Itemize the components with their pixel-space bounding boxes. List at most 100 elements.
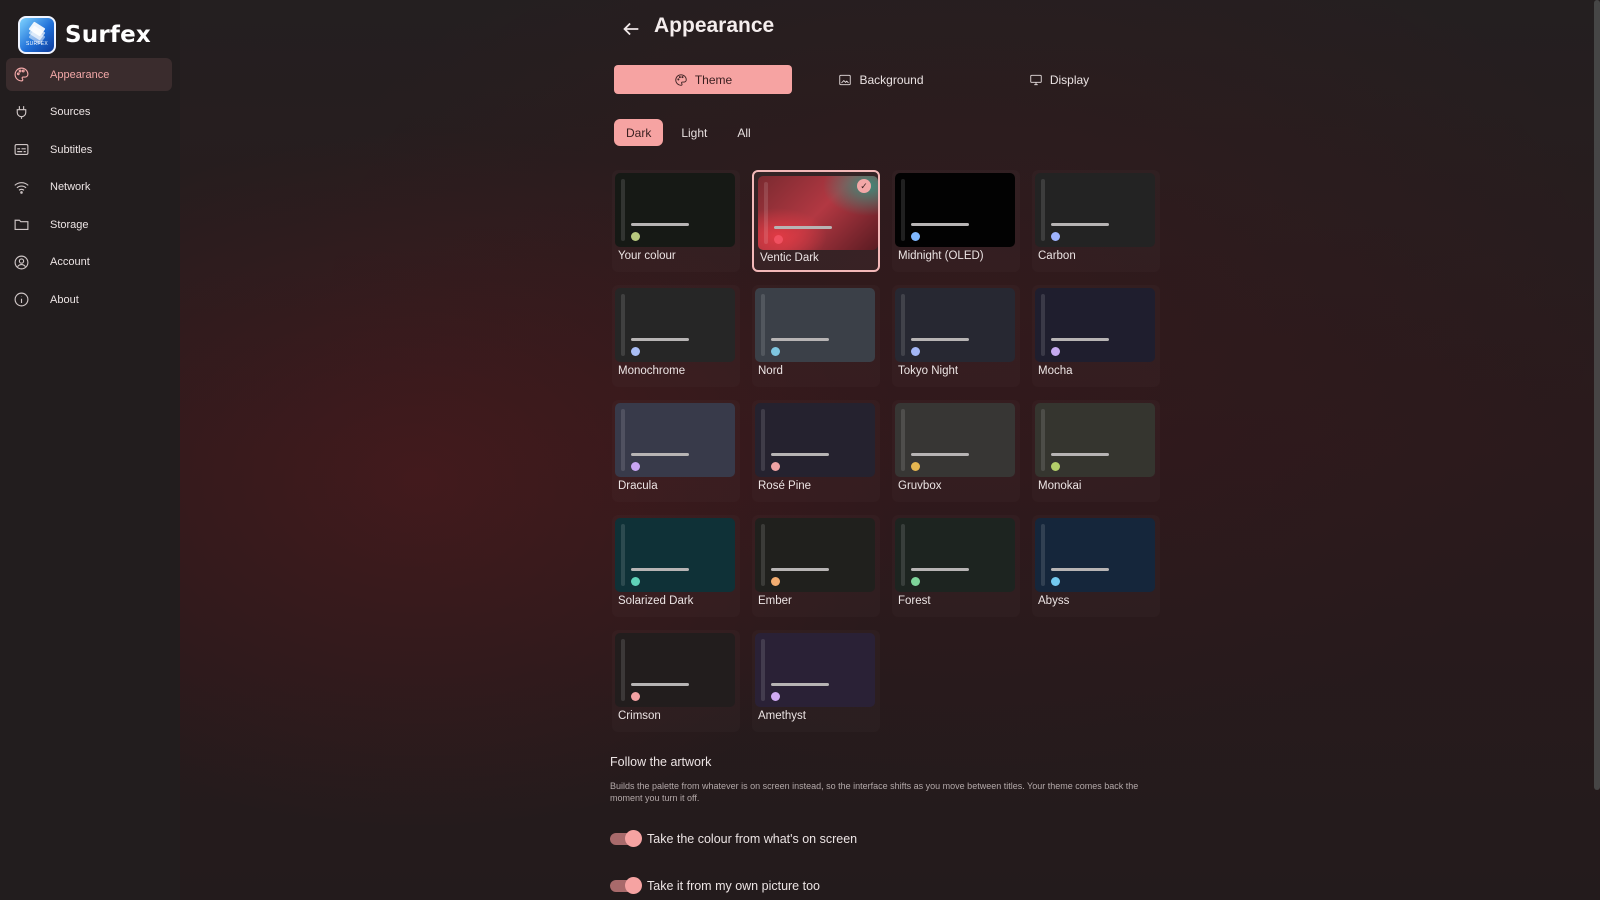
folder-icon <box>6 216 50 233</box>
page-scrollbar[interactable] <box>1594 0 1600 790</box>
sidebar-item-account[interactable]: Account <box>6 246 172 279</box>
theme-card-amethyst[interactable]: Amethyst <box>752 630 880 732</box>
theme-card-ember[interactable]: Ember <box>752 515 880 617</box>
own-picture-toggle[interactable] <box>610 877 642 894</box>
accent-dot <box>771 692 780 701</box>
accent-dot <box>631 462 640 471</box>
accent-dot <box>771 462 780 471</box>
accent-dot <box>771 347 780 356</box>
theme-name: Tokyo Night <box>898 365 959 377</box>
accent-dot <box>631 577 640 586</box>
screen-colour-toggle[interactable] <box>610 830 642 847</box>
theme-card-solarized-dark[interactable]: Solarized Dark <box>612 515 740 617</box>
theme-name: Carbon <box>1038 250 1076 262</box>
sidebar-item-network[interactable]: Network <box>6 171 172 204</box>
theme-card-ros-pine[interactable]: Rosé Pine <box>752 400 880 502</box>
preview-rail <box>621 639 625 701</box>
preview-line <box>1051 338 1109 341</box>
sidebar-item-label: Storage <box>50 218 89 231</box>
theme-card-forest[interactable]: Forest <box>892 515 1020 617</box>
arrow-left-icon <box>623 22 639 36</box>
sidebar-item-about[interactable]: About <box>6 283 172 316</box>
sidebar-item-sources[interactable]: Sources <box>6 96 172 129</box>
sidebar-nav: Appearance Sources Subtitles Network Sto… <box>6 58 172 321</box>
tab-background[interactable]: Background <box>792 65 970 94</box>
preview-line <box>631 453 689 456</box>
preview-line <box>911 453 969 456</box>
preview-line <box>911 223 969 226</box>
preview-line <box>771 568 829 571</box>
preview-line <box>1051 568 1109 571</box>
preview-rail <box>901 179 905 241</box>
accent-dot <box>1051 232 1060 241</box>
theme-preview <box>1035 288 1155 362</box>
theme-card-midnight-oled[interactable]: Midnight (OLED) <box>892 170 1020 272</box>
accent-dot <box>911 462 920 471</box>
theme-card-nord[interactable]: Nord <box>752 285 880 387</box>
check-icon: ✓ <box>857 179 871 193</box>
theme-card-your-colour[interactable]: Your colour <box>612 170 740 272</box>
filter-light[interactable]: Light <box>669 119 719 146</box>
theme-card-dracula[interactable]: Dracula <box>612 400 740 502</box>
theme-card-monochrome[interactable]: Monochrome <box>612 285 740 387</box>
theme-card-mocha[interactable]: Mocha <box>1032 285 1160 387</box>
preview-rail <box>621 179 625 241</box>
preview-rail <box>761 409 765 471</box>
theme-card-abyss[interactable]: Abyss <box>1032 515 1160 617</box>
preview-line <box>771 683 829 686</box>
theme-preview <box>895 173 1015 247</box>
toggle-label: Take it from my own picture too <box>647 879 820 893</box>
theme-name: Solarized Dark <box>618 595 694 607</box>
theme-name: Monochrome <box>618 365 686 377</box>
preview-line <box>1051 223 1109 226</box>
theme-card-monokai[interactable]: Monokai <box>1032 400 1160 502</box>
sidebar-item-label: Sources <box>50 106 91 118</box>
sidebar-item-label: Subtitles <box>50 143 93 156</box>
theme-card-ventic-dark[interactable]: ✓ Ventic Dark <box>752 170 880 272</box>
plug-icon <box>6 104 50 121</box>
filter-all[interactable]: All <box>725 119 762 146</box>
toggle-row-screen-colour: Take the colour from what's on screen <box>610 830 858 847</box>
theme-card-crimson[interactable]: Crimson <box>612 630 740 732</box>
theme-preview <box>615 173 735 247</box>
sidebar-item-subtitles[interactable]: Subtitles <box>6 133 172 166</box>
theme-name: Your colour <box>618 250 676 262</box>
theme-preview <box>615 518 735 592</box>
theme-card-carbon[interactable]: Carbon <box>1032 170 1160 272</box>
tab-label: Display <box>1049 72 1090 87</box>
tab-theme[interactable]: Theme <box>614 65 792 94</box>
page-title: Appearance <box>654 14 775 37</box>
preview-line <box>774 226 832 229</box>
info-icon <box>6 291 50 308</box>
theme-name: Abyss <box>1038 595 1070 607</box>
theme-preview <box>895 288 1015 362</box>
toggle-knob <box>625 877 642 894</box>
sidebar-item-label: Account <box>50 256 90 268</box>
surfex-logo-icon: SURFEX <box>18 16 56 54</box>
theme-preview <box>895 518 1015 592</box>
preview-rail <box>761 294 765 356</box>
accent-dot <box>1051 577 1060 586</box>
accent-dot <box>911 232 920 241</box>
wifi-icon <box>6 179 50 196</box>
theme-card-gruvbox[interactable]: Gruvbox <box>892 400 1020 502</box>
sidebar-item-appearance[interactable]: Appearance <box>6 58 172 91</box>
preview-line <box>631 223 689 226</box>
theme-preview <box>615 288 735 362</box>
theme-preview <box>895 403 1015 477</box>
theme-preview <box>755 633 875 707</box>
theme-card-tokyo-night[interactable]: Tokyo Night <box>892 285 1020 387</box>
palette-icon <box>6 66 50 83</box>
sidebar-item-storage[interactable]: Storage <box>6 208 172 241</box>
theme-name: Midnight (OLED) <box>898 250 984 262</box>
back-button[interactable] <box>620 18 642 40</box>
tab-display[interactable]: Display <box>970 65 1148 94</box>
theme-name: Amethyst <box>758 710 806 722</box>
filter-dark[interactable]: Dark <box>614 119 664 146</box>
toggle-label: Take the colour from what's on screen <box>647 832 858 846</box>
preview-line <box>771 453 829 456</box>
tab-label: Theme <box>694 72 733 87</box>
preview-rail <box>1041 179 1045 241</box>
theme-preview <box>755 288 875 362</box>
theme-name: Nord <box>758 365 783 377</box>
